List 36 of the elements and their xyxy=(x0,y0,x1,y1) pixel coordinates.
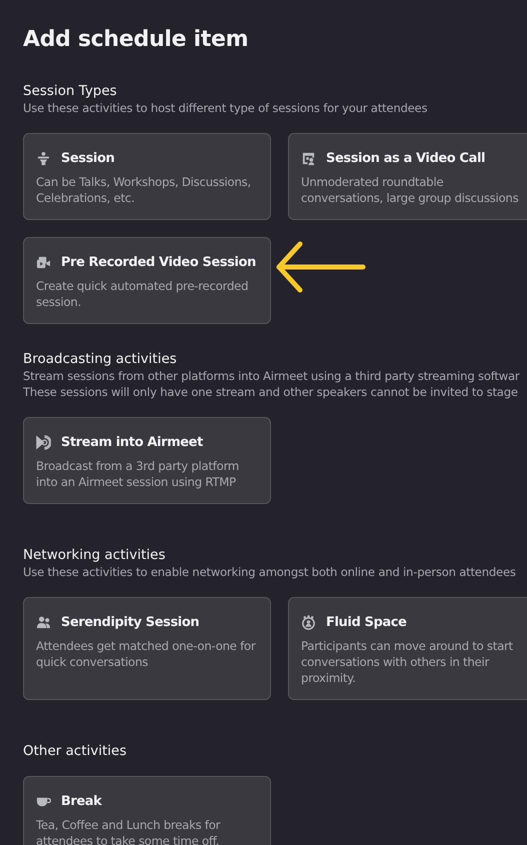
section-description: Use these activities to host different type of sessions for your attendees xyxy=(23,100,428,116)
section-description: Use these activities to enable networking amongst both online and in-person attendees xyxy=(23,564,517,580)
card-title: Stream into Airmeet xyxy=(61,434,203,450)
card-description: Broadcast from a 3rd party platform into an Airmeet session using RTMP xyxy=(36,458,240,490)
podium-icon xyxy=(36,150,51,166)
page-title: Add schedule item xyxy=(23,26,250,54)
video-camera-icon xyxy=(36,254,51,270)
card-title: Pre Recorded Video Session xyxy=(61,254,256,270)
activity-card[interactable]: Pre Recorded Video Session Create quick automated pre-recorded session. xyxy=(23,237,271,324)
card-description: Tea, Coffee and Lunch breaks for attendees to take some time off. xyxy=(36,817,222,845)
card-title: Break xyxy=(61,794,102,808)
section-heading: Broadcasting activities xyxy=(23,350,178,368)
activity-card[interactable]: Serendipity Session Attendees get matched one-on-one for quick conversations xyxy=(23,597,271,700)
card-description: Create quick automated pre-recorded session. xyxy=(36,278,250,310)
section-heading: Other activities xyxy=(23,742,128,760)
section-description: Stream sessions from other platforms into Airmeet using a third party streaming softwar xyxy=(23,368,521,384)
card-title: Session as a Video Call xyxy=(326,150,486,166)
card-description: Participants can move around to start conversations with others in their proximity. xyxy=(301,638,514,686)
people-icon xyxy=(36,614,51,630)
activity-card[interactable]: Session as a Video Call Unmoderated roundtable conversations, large group discussions xyxy=(288,133,527,220)
card-title: Serendipity Session xyxy=(61,614,200,630)
activity-card[interactable]: Session Can be Talks, Workshops, Discussions, Celebrations, etc. xyxy=(23,133,271,220)
card-description: Can be Talks, Workshops, Discussions, Celebrations, etc. xyxy=(36,174,252,206)
broadcast-icon xyxy=(36,434,51,450)
video-call-icon xyxy=(301,150,316,166)
activity-card[interactable]: Break Tea, Coffee and Lunch breaks for attendees to take some time off. xyxy=(23,776,271,845)
person-circle-icon xyxy=(301,614,316,630)
card-description: Attendees get matched one-on-one for quick conversations xyxy=(36,638,257,670)
activity-card[interactable]: Fluid Space Participants can move around to start conversations with others in their proximity. xyxy=(288,597,527,700)
activity-card[interactable]: Stream into Airmeet Broadcast from a 3rd party platform into an Airmeet session using RTMP xyxy=(23,417,271,504)
section-heading: Session Types xyxy=(23,82,118,100)
section-heading: Networking activities xyxy=(23,546,166,564)
section-description: These sessions will only have one stream and other speakers cannot be invited to stage xyxy=(23,384,519,400)
card-title: Session xyxy=(61,150,114,166)
card-description: Unmoderated roundtable conversations, large group discussions xyxy=(301,174,520,206)
card-title: Fluid Space xyxy=(326,614,406,630)
